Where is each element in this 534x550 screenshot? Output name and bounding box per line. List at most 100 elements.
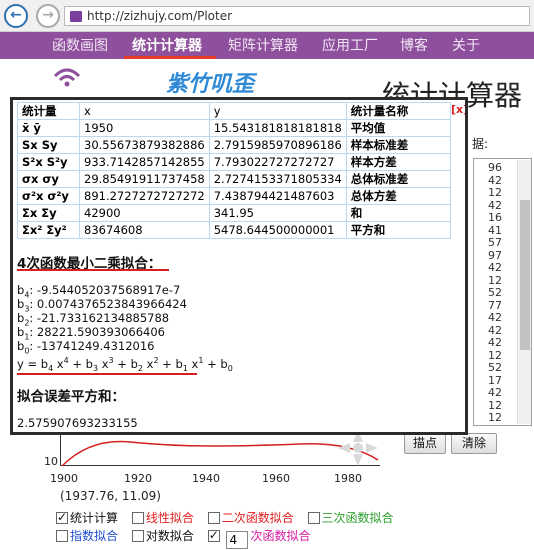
table-cell: σ²x σ²y [17,187,80,205]
data-value: 12 [488,411,502,424]
data-value: 16 [488,211,502,224]
data-value: 12 [488,398,502,412]
coefficient-value: : 0.007437652384396642​4 [29,297,187,311]
table-cell: 7.438794421487603 [208,187,347,205]
data-value: 12 [488,273,502,287]
site-navigation: 函数画图 统计计算器 矩阵计算器 应用工厂 博客 关于 [0,32,534,59]
exponential-fit-checkbox[interactable] [56,530,68,542]
nav-blog[interactable]: 博客 [400,35,428,55]
data-value: 42 [488,198,502,212]
nav-app-factory[interactable]: 应用工厂 [322,35,378,55]
coefficient-value: : 28221.590393066406 [29,325,165,339]
x-tick-label: 1960 [262,472,290,485]
table-cell: 29.85491911737458 [79,170,210,188]
coefficient-value: : -13741249.4312016 [29,339,155,353]
clear-button[interactable]: 清除 [451,433,497,454]
option-label: 线性拟合 [145,511,194,525]
data-textarea-scrollbar[interactable] [517,160,531,424]
stats-table: 统计量 x y 统计量名称 x̄ ȳ 1950 15.5431818181818… [17,102,451,239]
table-cell: 15.543181818181818 [208,119,347,137]
option-label: 统计计算 [70,511,119,525]
column-header: 统计量名称 [345,102,451,120]
table-row: Sx Sy 30.55673879382886 2.79159859708961… [17,136,451,154]
table-cell: σx σy [17,170,80,188]
cubic-fit-checkbox[interactable] [307,512,320,524]
data-value: 57 [488,236,502,249]
table-cell: 样本方差 [345,153,451,171]
browser-address-bar: ← → http://zizhujy.com/Ploter [0,0,534,32]
quadratic-fit-checkbox[interactable] [207,512,220,524]
coefficient-value: : -9.544052037568917e-7 [29,283,181,297]
table-cell: Sx Sy [17,136,80,154]
data-value: 42 [488,311,502,324]
x-tick-label: 1900 [50,472,78,485]
table-header-row: 统计量 x y 统计量名称 [17,102,451,120]
nav-about[interactable]: 关于 [452,35,480,55]
site-favicon-icon [70,11,82,22]
back-button[interactable]: ← [4,4,28,28]
coefficient-b0: b0: -13741249.4312016 [17,339,155,356]
nav-active-underline [124,56,216,59]
data-value: 41 [488,223,502,237]
table-cell: S²x S²y [17,153,80,171]
table-cell: 2.727415337180533​4 [208,170,347,188]
table-cell: 平方和 [345,221,451,239]
table-cell: 总体标准差 [345,170,451,188]
data-value: 52 [488,361,502,374]
option-label: 三次函数拟合 [321,511,394,525]
table-row: x̄ ȳ 1950 15.543181818181818 平均值 [17,119,451,137]
data-value: 12 [488,186,502,199]
column-header: x [79,102,210,120]
scrollbar-thumb[interactable] [520,200,530,350]
forward-button[interactable]: → [36,4,60,28]
data-value: 17 [488,373,502,387]
table-row: Σx² Σy² 83674608 5478.644500000001 平方和 [17,221,451,239]
nav-matrix-calculator[interactable]: 矩阵计算器 [228,35,298,55]
polynomial-fit-checkbox[interactable] [207,528,220,542]
table-row: σx σy 29.85491911737458 2.72741533718053… [17,170,451,188]
data-value: 42 [488,261,502,274]
title-underline [17,269,169,271]
dialog-scrollbar[interactable]: ▲ ▼ [467,100,468,432]
url-text: http://zizhujy.com/Ploter [87,9,233,23]
data-value: 77 [488,298,502,312]
table-cell: 1950 [79,119,210,137]
table-cell: 2.7915985970896186 [208,136,347,154]
table-cell: 42900 [79,204,210,222]
formula-underline [17,373,197,375]
table-cell: 平均值 [345,119,451,137]
x-tick-label: 1980 [334,472,362,485]
table-cell: 总体方差 [345,187,451,205]
column-header: y [208,102,347,120]
fit-formula: y = b4 x4 + b3 x3 + b2 x2 + b1 x1 + b0 [17,356,233,374]
option-label: 二次函数拟合 [221,511,294,525]
nav-stats-calculator[interactable]: 统计计算器 [132,35,202,55]
stats-checkbox[interactable] [56,510,68,524]
table-row: S²x S²y 933.7142857142855 7.793022727272… [17,153,451,171]
wifi-logo-icon [53,68,81,87]
table-cell: 83674608 [79,221,210,239]
fit-curve [61,440,379,467]
nav-function-plot[interactable]: 函数画图 [52,35,108,55]
data-value: 42 [488,173,502,187]
data-value: 42 [488,386,502,399]
data-value: 42 [488,336,502,349]
table-cell: 933.7142857142855 [79,153,210,171]
linear-fit-checkbox[interactable] [131,512,144,524]
table-cell: 341.95 [208,204,347,222]
data-value: 96 [488,161,502,174]
coefficient-value: : -21.733162134885788 [29,311,170,325]
table-cell: 样本标准差 [345,136,451,154]
data-value: 52 [488,286,502,299]
table-cell: Σx² Σy² [17,221,80,239]
table-cell: 30.55673879382886 [79,136,210,154]
data-input-label: 据: [472,137,489,151]
url-field[interactable]: http://zizhujy.com/Ploter [64,6,530,26]
plot-points-button[interactable]: 描点 [404,433,446,454]
close-dialog-button[interactable]: [x] [451,103,465,116]
table-cell: 5478.644500000001 [208,221,347,239]
fit-options-row-1: 统计计算 线性拟合 二次函数拟合 三次函数拟合 [56,509,404,526]
log-fit-checkbox[interactable] [131,530,144,542]
polynomial-degree-input[interactable]: 4 [225,531,248,549]
table-row: Σx Σy 42900 341.95 和 [17,204,451,222]
